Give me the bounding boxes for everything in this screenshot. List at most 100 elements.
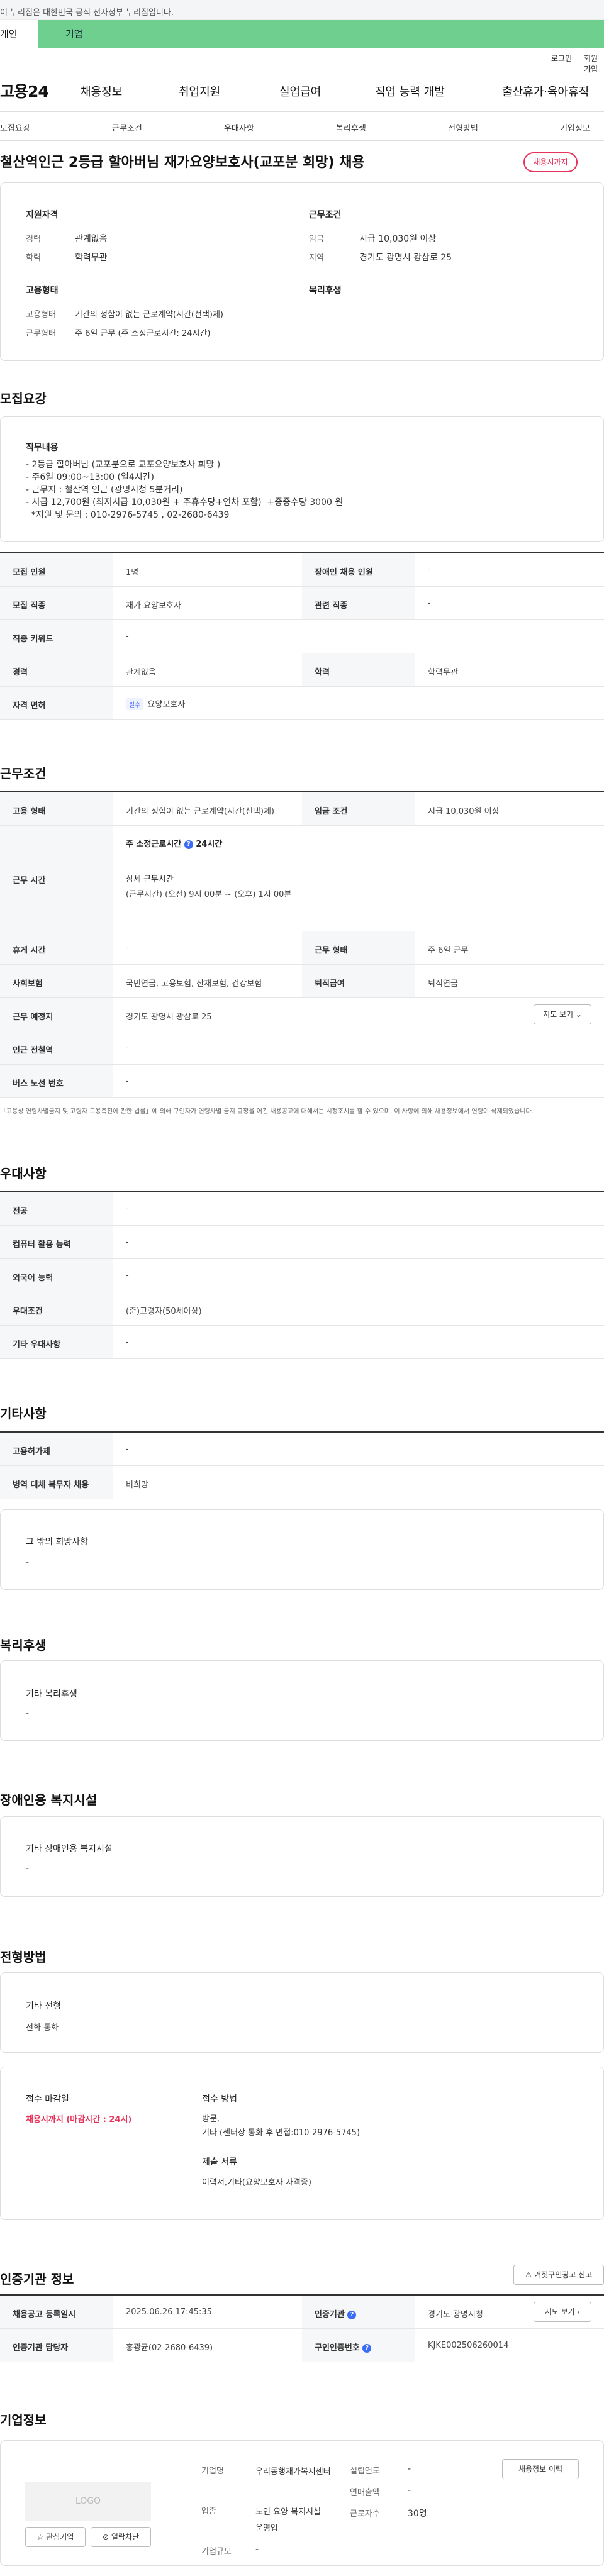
table-row: 인증기관 담당자 홍광균(02-2680-6439) 구인인증번호 ? KJKE…: [0, 2329, 604, 2362]
wage-row-value: 시급 10,030원 이상: [428, 807, 500, 816]
selection-etc-value: 전화 통화: [26, 2023, 59, 2033]
pref-etc-value: -: [126, 1338, 129, 1347]
block-view-button[interactable]: ⊘ 열람차단: [91, 2527, 151, 2547]
place-label: 근무 예정지: [0, 998, 113, 1031]
subnav-recruit[interactable]: 모집요강: [0, 121, 30, 133]
sales-label: 연매출액: [350, 2488, 380, 2497]
login-link[interactable]: 로그인: [551, 53, 572, 64]
edu-value: 학력무관: [75, 253, 108, 263]
table-row: 근무 시간 주 소정근로시간 ? 24시간 상세 근무시간 (근무시간) (오전…: [0, 826, 604, 931]
gov-banner-text: 이 누리집은 대한민국 공식 전자정부 누리집입니다.: [0, 8, 174, 18]
cond-title: 근무조건: [309, 210, 342, 220]
gnb-item-unemployment[interactable]: 실업급여: [279, 83, 321, 99]
gnb-item-training[interactable]: 직업 능력 개발: [375, 83, 445, 99]
agency-map-button[interactable]: 지도 보기 ›: [534, 2302, 591, 2322]
company-name-label: 기업명: [201, 2467, 224, 2476]
gnb-item-parental-leave[interactable]: 출산휴가·육아휴직: [502, 83, 589, 99]
related-value: -: [428, 599, 431, 608]
conditions-section-title: 근무조건: [0, 766, 47, 781]
history-button[interactable]: 채용정보 이력: [502, 2459, 579, 2479]
util-bar: 로그인 회원가입: [0, 48, 604, 74]
map-button[interactable]: 지도 보기 ⌄: [534, 1004, 591, 1024]
table-row: 기타 우대사항 -: [0, 1326, 604, 1359]
apply-card: 접수 마감일 채용시까지 (마감시간 : 24시) 접수 방법 방문, 기타 (…: [0, 2067, 604, 2220]
headcount-value: 1명: [126, 568, 139, 577]
table-row: 컴퓨터 활용 능력 -: [0, 1226, 604, 1259]
welfare-section-title: 복리후생: [0, 1638, 47, 1653]
company-logo: LOGO: [25, 2482, 151, 2521]
gnb-item-employment-support[interactable]: 취업지원: [179, 83, 220, 99]
summary-card: 지원자격 근무조건 경력 관계없음 학력 학력무관 임금 시급 10,030원 …: [0, 182, 604, 361]
wage-row-label: 임금 조건: [302, 792, 415, 825]
mgr-label: 인증기관 담당자: [0, 2329, 113, 2362]
star-icon: ☆: [36, 2533, 44, 2541]
duty-title: 직무내용: [26, 443, 59, 453]
subway-label: 인근 전철역: [0, 1031, 113, 1064]
form-value: 주 6일 근무: [428, 946, 469, 955]
license-label: 자격 면허: [0, 687, 113, 719]
size-value: -: [255, 2545, 259, 2555]
insurance-value: 국민연금, 고용보험, 산재보험, 건강보험: [126, 979, 262, 989]
help-icon[interactable]: ?: [347, 2310, 357, 2319]
job-value: 재가 요양보호사: [126, 601, 181, 611]
career-value: 관계없음: [75, 234, 108, 244]
form-label: 근무 형태: [302, 931, 415, 964]
table-row: 휴게 시간 - 근무 형태 주 6일 근무: [0, 931, 604, 965]
tab-individual[interactable]: 개인: [0, 20, 38, 48]
chevron-right-icon: ›: [577, 2307, 581, 2316]
weekly-hours: 주 소정근로시간 ? 24시간: [126, 837, 222, 849]
wish-value: -: [26, 1558, 30, 1568]
subnav-conditions[interactable]: 근무조건: [112, 121, 142, 133]
table-row: 버스 노선 번호 -: [0, 1065, 604, 1098]
retire-label: 퇴직급여: [302, 965, 415, 997]
pref-etc-label: 기타 우대사항: [0, 1326, 113, 1358]
subnav-welfare[interactable]: 복리후생: [336, 121, 366, 133]
bus-value: -: [126, 1077, 129, 1086]
edu-row-label: 학력: [302, 653, 415, 686]
emp-type-label: 고용형태: [26, 310, 56, 319]
subnav-company[interactable]: 기업정보: [560, 121, 590, 133]
sales-value: -: [408, 2485, 411, 2496]
table-row: 외국어 능력 -: [0, 1259, 604, 1292]
table-row: 근무 예정지 경기도 광명시 광삼로 25 지도 보기 ⌄: [0, 998, 604, 1031]
favorite-company-button[interactable]: ☆ 관심기업: [25, 2527, 86, 2547]
section-subnav: 모집요강 근무조건 우대사항 복리후생 전형방법 기업정보: [0, 112, 604, 141]
table-row: 모집 직종 재가 요양보호사 관련 직종 -: [0, 587, 604, 620]
table-row: 고용허가제 -: [0, 1433, 604, 1466]
help-icon[interactable]: ?: [184, 840, 193, 849]
job-title: 철산역인근 2등급 할아버님 재가요양보호사(교포분 희망) 채용: [0, 155, 365, 170]
cert-no-label-text: 구인인증번호: [315, 2343, 360, 2353]
welfare-value: -: [26, 1709, 30, 1719]
cert-no-value: KJKE002506260014: [428, 2341, 509, 2350]
agency-label-text: 인증기관: [315, 2310, 345, 2319]
agency-value: 경기도 광명시청: [428, 2310, 483, 2319]
lang-label: 외국어 능력: [0, 1259, 113, 1292]
deadline-title: 접수 마감일: [26, 2094, 69, 2104]
industry-value: 노인 요양 복지시설 운영업: [255, 2507, 321, 2533]
welfare-title: 복리후생: [309, 286, 342, 296]
subnav-selection[interactable]: 전형방법: [448, 121, 478, 133]
agency-map-label: 지도 보기: [544, 2307, 575, 2316]
rest-value: -: [126, 943, 129, 953]
table-row: 전공 -: [0, 1192, 604, 1226]
work-type-label: 근무형태: [26, 329, 56, 338]
found-label: 설립연도: [350, 2467, 380, 2476]
table-row: 채용공고 등록일시 2025.06.26 17:45:35 인증기관 ? 경기도…: [0, 2296, 604, 2329]
map-button-label: 지도 보기: [543, 1010, 574, 1019]
subnav-preference[interactable]: 우대사항: [224, 121, 254, 133]
tab-enterprise[interactable]: 기업: [38, 20, 604, 48]
place-value: 경기도 광명시 광삼로 25: [126, 1013, 212, 1022]
detail-hours: (근무시간) (오전) 9시 00분 ~ (오후) 1시 00분: [126, 890, 292, 899]
site-logo[interactable]: 고용24: [0, 79, 49, 102]
table-row: 사회보험 국민연금, 고용보험, 산재보험, 건강보험 퇴직급여 퇴직연금: [0, 965, 604, 998]
disabled-value: -: [428, 565, 431, 575]
lang-value: -: [126, 1271, 129, 1280]
report-button[interactable]: ⚠ 거짓구인광고 신고: [513, 2265, 604, 2285]
help-icon[interactable]: ?: [362, 2343, 372, 2353]
favorite-label: 관심기업: [46, 2533, 74, 2541]
gnb-item-recruit[interactable]: 채용정보: [81, 83, 122, 99]
facility-sub: 기타 장애인용 복지시설: [26, 1844, 113, 1854]
size-label: 기업규모: [201, 2547, 232, 2557]
selection-card: 기타 전형 전화 통화: [0, 1972, 604, 2053]
reg-value: 2025.06.26 17:45:35: [126, 2307, 212, 2317]
